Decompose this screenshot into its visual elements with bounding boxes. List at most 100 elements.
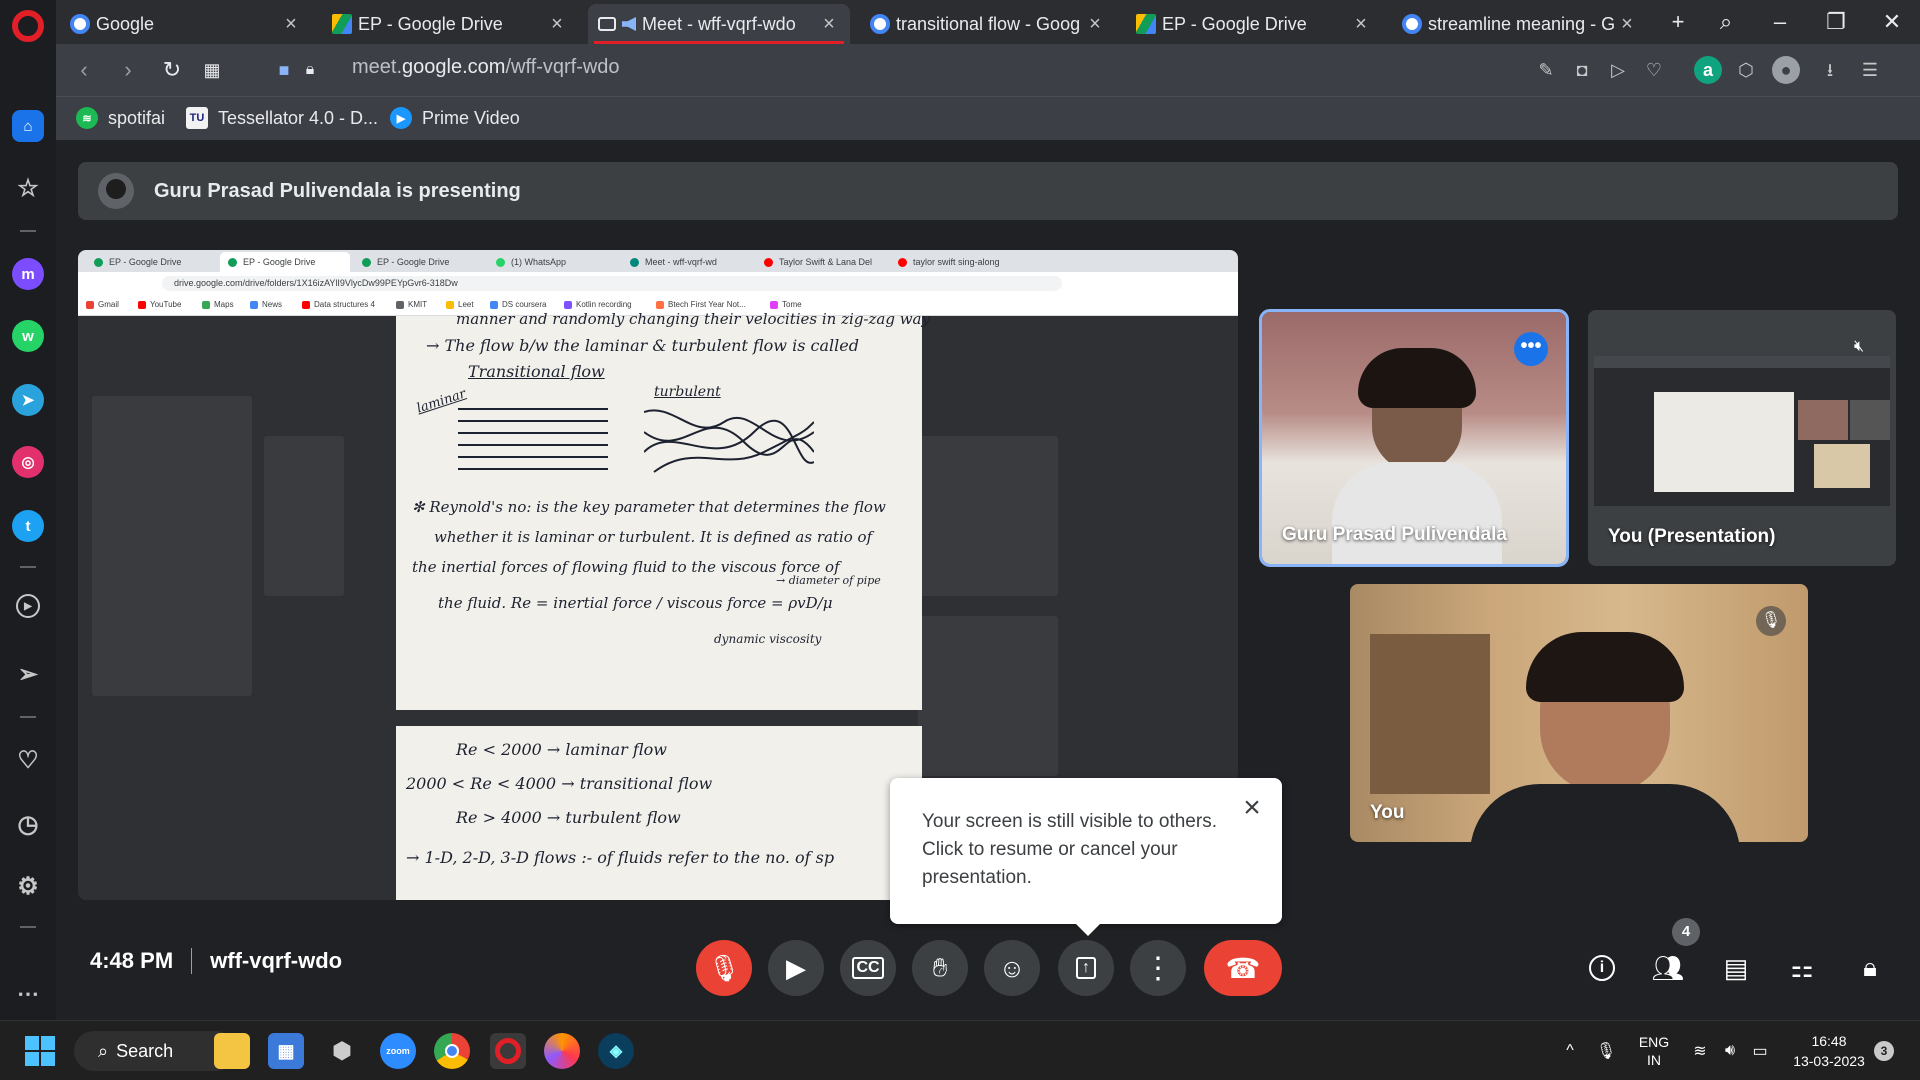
sidebar-divider bbox=[20, 716, 36, 718]
raise-hand-button[interactable]: ✋︎ bbox=[912, 940, 968, 996]
file-explorer-icon[interactable] bbox=[214, 1033, 250, 1069]
edit-icon[interactable]: ✎ bbox=[1532, 56, 1560, 84]
presentation-warning-popup[interactable]: Your screen is still visible to others. … bbox=[890, 778, 1282, 936]
twitter-icon[interactable]: t bbox=[12, 510, 44, 542]
shared-tab: EP - Google Drive bbox=[354, 252, 484, 272]
participant-tile-presentation[interactable]: 🔇︎ You (Presentation) bbox=[1588, 310, 1896, 566]
reactions-button[interactable]: ☺ bbox=[984, 940, 1040, 996]
new-tab-button[interactable]: + bbox=[1660, 8, 1696, 36]
tab-search-icon[interactable]: ⌕ bbox=[1708, 8, 1744, 36]
extensions-cube-icon[interactable]: ⬡ bbox=[1732, 56, 1760, 84]
heart-icon[interactable]: ♡ bbox=[12, 744, 44, 776]
mic-off-button[interactable]: 🎙︎ bbox=[696, 940, 752, 996]
activities-button[interactable]: ⚏ bbox=[1780, 946, 1824, 990]
close-icon[interactable]: × bbox=[546, 13, 568, 36]
snapshot-icon[interactable]: ◘ bbox=[1568, 56, 1596, 84]
participant-tile-guru[interactable]: ••• Guru Prasad Pulivendala bbox=[1259, 309, 1569, 567]
battery-icon[interactable]: ▭ bbox=[1746, 1021, 1774, 1080]
camera-button[interactable]: ▶ bbox=[768, 940, 824, 996]
more-options-button[interactable]: ⋮ bbox=[1130, 940, 1186, 996]
send-icon[interactable]: ▷ bbox=[1604, 56, 1632, 84]
extension-a-icon[interactable]: a bbox=[1694, 56, 1722, 84]
microphone-icon[interactable]: 🎙︎ bbox=[1592, 1021, 1620, 1080]
star-icon[interactable]: ☆ bbox=[12, 172, 44, 204]
settings-icon[interactable]: ⚙ bbox=[12, 870, 44, 902]
captions-button[interactable]: CC bbox=[840, 940, 896, 996]
firefox-icon[interactable] bbox=[544, 1033, 580, 1069]
bookmark-prime-video[interactable]: ▶ Prime Video bbox=[390, 107, 520, 129]
close-icon[interactable]: × bbox=[1350, 13, 1372, 36]
close-icon[interactable]: × bbox=[818, 13, 840, 36]
taskbar-clock[interactable]: 16:48 13-03-2023 bbox=[1784, 1021, 1874, 1080]
shared-bookmark: Btech First Year Not... bbox=[656, 300, 746, 309]
close-icon[interactable]: × bbox=[1084, 13, 1106, 36]
home-icon[interactable]: ⌂ bbox=[12, 110, 44, 142]
mic-off-icon: 🎙︎ bbox=[707, 952, 741, 983]
telegram-icon[interactable]: ➤ bbox=[12, 384, 44, 416]
shared-tab-title: Taylor Swift & Lana Del bbox=[779, 257, 873, 267]
heart-icon[interactable]: ♡ bbox=[1640, 56, 1668, 84]
opera-logo-icon[interactable] bbox=[12, 10, 44, 42]
forward-icon[interactable]: › bbox=[114, 56, 142, 84]
participant-hair bbox=[1358, 348, 1476, 408]
app-hex-icon[interactable]: ⬢ bbox=[324, 1033, 360, 1069]
tab-drive[interactable]: EP - Google Drive × bbox=[322, 4, 578, 44]
taskbar-search[interactable]: ⌕ Search bbox=[74, 1031, 236, 1071]
volume-icon[interactable]: 🔊︎ bbox=[1716, 1021, 1744, 1080]
maximize-button[interactable]: ❐ bbox=[1818, 8, 1854, 36]
player-icon[interactable]: ▶ bbox=[16, 594, 40, 618]
popup-text: Your screen is still visible to others. … bbox=[922, 811, 1217, 888]
more-icon[interactable]: ⋯ bbox=[12, 978, 44, 1010]
more-options-icon[interactable]: ••• bbox=[1514, 332, 1548, 366]
people-button[interactable]: 👥︎ bbox=[1646, 946, 1690, 990]
url-field[interactable]: meet.google.com/wff-vqrf-wdo bbox=[352, 56, 620, 79]
shared-bookmark-label: Tome bbox=[782, 300, 802, 309]
shared-bookmark: Tome bbox=[770, 300, 802, 309]
download-icon[interactable]: ⭳ bbox=[1816, 56, 1844, 84]
wifi-icon[interactable]: ≋ bbox=[1686, 1021, 1714, 1080]
participant-tile-you[interactable]: 🎙︎ You bbox=[1350, 584, 1808, 842]
tab-title: Google bbox=[96, 13, 155, 34]
show-hidden-icons[interactable]: ^ bbox=[1556, 1021, 1584, 1080]
note-line: Transitional flow bbox=[468, 362, 605, 381]
easy-setup-icon[interactable]: ☰ bbox=[1856, 56, 1884, 84]
window-close-button[interactable]: ✕ bbox=[1874, 8, 1910, 36]
messenger-icon[interactable]: m bbox=[12, 258, 44, 290]
profile-icon[interactable]: ● bbox=[1772, 56, 1800, 84]
windows-start-icon[interactable] bbox=[22, 1033, 58, 1069]
reload-icon[interactable]: ↻ bbox=[158, 56, 186, 84]
send-icon[interactable]: ➢ bbox=[12, 658, 44, 690]
dev-tool-icon[interactable]: ◈ bbox=[598, 1033, 634, 1069]
tab-meet[interactable]: Meet - wff-vqrf-wdo × bbox=[588, 4, 850, 44]
chrome-icon[interactable] bbox=[434, 1033, 470, 1069]
chat-button[interactable]: ▤ bbox=[1714, 946, 1758, 990]
zoom-icon[interactable]: zoom bbox=[380, 1033, 416, 1069]
leave-call-button[interactable]: ☎ bbox=[1204, 940, 1282, 996]
tab-transitional-flow[interactable]: transitional flow - Goog × bbox=[860, 4, 1116, 44]
history-icon[interactable]: ◷ bbox=[12, 808, 44, 840]
minimize-button[interactable]: – bbox=[1762, 8, 1798, 36]
tab-streamline[interactable]: streamline meaning - G × bbox=[1392, 4, 1648, 44]
close-icon[interactable]: × bbox=[1616, 13, 1638, 36]
lock-icon[interactable]: 🔒︎ bbox=[296, 56, 324, 84]
bookmark-tessellator[interactable]: TU Tessellator 4.0 - D... bbox=[186, 107, 378, 129]
tessellator-icon: TU bbox=[186, 107, 208, 129]
instagram-icon[interactable]: ◎ bbox=[12, 446, 44, 478]
tabs-grid-icon[interactable]: ▦ bbox=[198, 56, 226, 84]
bookmark-spotifai[interactable]: ≋ spotifai bbox=[76, 107, 165, 129]
close-icon[interactable]: × bbox=[1238, 793, 1266, 823]
opera-icon[interactable] bbox=[490, 1033, 526, 1069]
close-icon[interactable]: × bbox=[280, 13, 302, 36]
whatsapp-icon[interactable]: w bbox=[12, 320, 44, 352]
host-controls-button[interactable]: 🔒︎ bbox=[1848, 946, 1892, 990]
store-icon[interactable]: ▦ bbox=[268, 1033, 304, 1069]
tab-drive-2[interactable]: EP - Google Drive × bbox=[1126, 4, 1382, 44]
shared-bookmark-label: Maps bbox=[214, 300, 234, 309]
captions-icon: CC bbox=[852, 957, 884, 979]
meeting-details-button[interactable]: i bbox=[1580, 946, 1624, 990]
language-indicator[interactable]: ENG IN bbox=[1632, 1021, 1676, 1080]
tab-google[interactable]: Google × bbox=[60, 4, 312, 44]
present-button[interactable]: ↑ bbox=[1058, 940, 1114, 996]
back-icon[interactable]: ‹ bbox=[70, 56, 98, 84]
notification-badge[interactable]: 3 bbox=[1874, 1041, 1894, 1061]
